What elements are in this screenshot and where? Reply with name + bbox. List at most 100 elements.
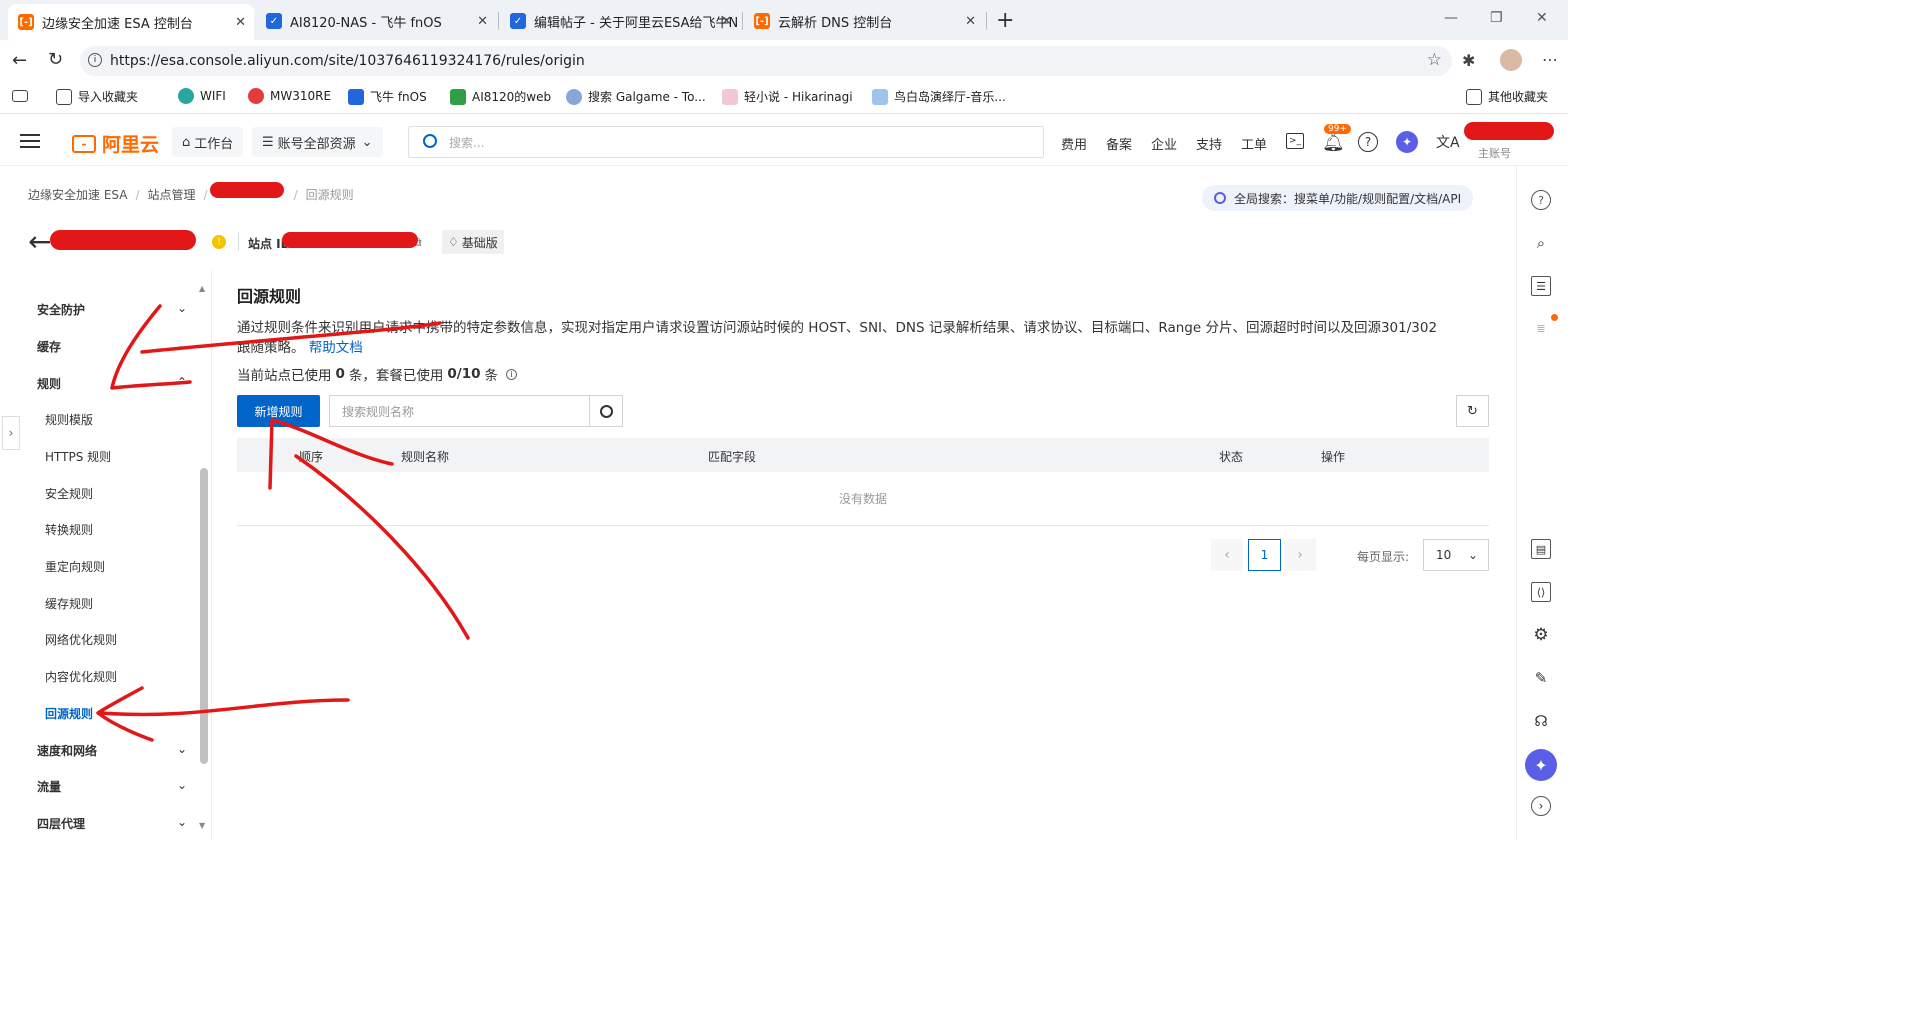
bell-icon[interactable]: 🔔︎ (1322, 132, 1345, 153)
aliyun-icon: [-] (18, 14, 34, 30)
edit-icon[interactable]: ✎ (1531, 668, 1551, 688)
sidebar-item-speed-network[interactable]: 速度和网络 ⌄ (37, 742, 187, 759)
bookmark-mw310re[interactable]: MW310RE (248, 88, 331, 104)
extensions-icon[interactable]: ✱ (1462, 51, 1475, 70)
close-icon[interactable]: ✕ (235, 15, 246, 30)
gear-icon[interactable]: ⚙ (1531, 625, 1551, 645)
folder-icon (1466, 88, 1482, 105)
sidebar-item-redirect-rules[interactable]: 重定向规则 (45, 558, 105, 575)
aliyun-logo[interactable]: - 阿里云 (72, 130, 159, 157)
tab-dns-console[interactable]: [-] 云解析 DNS 控制台 ✕ (744, 5, 984, 37)
account-label[interactable]: 主账号 (1478, 145, 1511, 161)
rule-search-input[interactable]: 搜索规则名称 (329, 395, 623, 427)
import-icon (56, 88, 72, 105)
global-search-button[interactable]: 全局搜索：搜菜单/功能/规则配置/文档/API (1202, 185, 1474, 211)
sidebar-item-origin-rules[interactable]: 回源规则 (45, 705, 93, 722)
headset-icon[interactable]: ☊ (1531, 711, 1551, 731)
nav-support[interactable]: 支持 (1196, 134, 1222, 153)
sidebar-item-cache[interactable]: 缓存 ⌄ (37, 338, 187, 355)
sidebar-item-https-rules[interactable]: HTTPS 规则 (45, 448, 111, 465)
notes-icon[interactable]: ≣ (1531, 318, 1551, 338)
nav-ticket[interactable]: 工单 (1241, 134, 1267, 153)
warning-icon[interactable]: ! (212, 235, 226, 249)
workbench-button[interactable]: ⌂ 工作台 (172, 127, 244, 157)
tab-actions-icon[interactable] (12, 90, 28, 102)
sidebar-item-traffic[interactable]: 流量 ⌄ (37, 778, 187, 795)
ai-assistant-icon[interactable]: ✦ (1396, 131, 1418, 153)
scroll-up-icon[interactable]: ▲ (199, 284, 205, 293)
redaction-mark (210, 182, 284, 198)
breadcrumb-site-management[interactable]: 站点管理 (148, 186, 196, 203)
terminal-icon[interactable]: >_ (1286, 133, 1304, 149)
refresh-button[interactable]: ↻ (1456, 395, 1489, 427)
nav-icp[interactable]: 备案 (1106, 134, 1132, 153)
reload-icon[interactable]: ↻ (48, 49, 63, 70)
more-icon[interactable]: ⋯ (1542, 50, 1558, 69)
next-page-button[interactable]: › (1284, 539, 1316, 571)
page-size-select[interactable]: 10 ⌄ (1423, 539, 1489, 571)
sidebar-item-l4-proxy[interactable]: 四层代理 ⌄ (37, 815, 187, 832)
minimize-icon[interactable]: — (1444, 10, 1458, 26)
sidebar-item-transform-rules[interactable]: 转换规则 (45, 521, 93, 538)
sidebar-item-cache-rules[interactable]: 缓存规则 (45, 595, 93, 612)
language-icon[interactable]: 文A (1436, 132, 1460, 152)
sidebar-item-content-rules[interactable]: 内容优化规则 (45, 668, 117, 685)
bookmark-hikarinagi[interactable]: 轻小说 - Hikarinagi (722, 88, 853, 105)
sidebar-item-network-rules[interactable]: 网络优化规则 (45, 631, 117, 648)
nav-billing[interactable]: 费用 (1061, 134, 1087, 153)
music-icon (872, 88, 888, 105)
scroll-down-icon[interactable]: ▼ (199, 821, 205, 830)
collapse-sidebar-button[interactable]: › (2, 416, 20, 450)
bookmark-wifi[interactable]: WIFI (178, 88, 226, 104)
favorite-star-icon[interactable]: ☆ (1427, 50, 1442, 70)
nav-enterprise[interactable]: 企业 (1151, 134, 1177, 153)
checklist-icon[interactable]: ☰ (1531, 276, 1551, 296)
new-tab-button[interactable]: + (996, 8, 1014, 33)
back-icon[interactable]: ← (12, 50, 27, 71)
sidebar-item-security-rules[interactable]: 安全规则 (45, 485, 93, 502)
tab-edit-post[interactable]: ✓ 编辑帖子 - 关于阿里云ESA给飞牛N ✕ (500, 5, 740, 37)
expand-icon[interactable]: › (1531, 796, 1551, 816)
tab-esa-console[interactable]: [-] 边缘安全加速 ESA 控制台 ✕ (8, 4, 254, 40)
document-icon[interactable]: ▤ (1531, 539, 1551, 559)
help-doc-link[interactable]: 帮助文档 (309, 340, 363, 356)
help-icon[interactable]: ? (1358, 132, 1378, 152)
tab-fnos[interactable]: ✓ AI8120-NAS - 飞牛 fnOS ✕ (256, 5, 496, 37)
close-icon[interactable]: ✕ (477, 14, 488, 29)
ai-assistant-icon[interactable]: ✦ (1525, 749, 1557, 781)
profile-avatar[interactable] (1500, 49, 1522, 71)
restore-icon[interactable]: ❐ (1490, 10, 1503, 26)
bookmark-other[interactable]: 其他收藏夹 (1466, 88, 1548, 105)
bookmark-import[interactable]: 导入收藏夹 (56, 88, 138, 105)
window-close-icon[interactable]: ✕ (1536, 10, 1548, 26)
url-input[interactable]: i https://esa.console.aliyun.com/site/10… (80, 46, 1452, 76)
bookmark-galgame[interactable]: 搜索 Galgame - To... (566, 88, 706, 105)
fnos-icon: ✓ (510, 13, 526, 29)
help-icon[interactable]: ? (1531, 190, 1551, 210)
breadcrumb-esa[interactable]: 边缘安全加速 ESA (28, 186, 127, 203)
rule-search-button[interactable] (589, 395, 623, 427)
menu-icon[interactable] (20, 134, 40, 148)
chevron-up-icon: ⌃ (176, 375, 187, 389)
code-icon[interactable]: ⟨⟩ (1531, 582, 1551, 602)
add-rule-button[interactable]: 新增规则 (237, 395, 320, 427)
column-actions: 操作 (1321, 450, 1346, 464)
sidebar-item-rules[interactable]: 规则 ⌃ (37, 375, 187, 392)
sidebar-item-rule-templates[interactable]: 规则模版 (45, 411, 93, 428)
resources-dropdown[interactable]: ☰ 账号全部资源 ⌄ (252, 127, 383, 157)
bookmark-fnos[interactable]: 飞牛 fnOS (348, 88, 427, 105)
search-icon[interactable]: ⌕ (1531, 233, 1551, 253)
info-icon[interactable]: i (506, 368, 518, 380)
header-search-input[interactable]: 搜索... (408, 126, 1044, 158)
close-icon[interactable]: ✕ (965, 14, 976, 29)
aliyun-icon: [-] (754, 13, 770, 29)
back-arrow-icon[interactable]: ← (28, 228, 51, 256)
sidebar-item-security[interactable]: 安全防护 ⌄ (37, 301, 187, 318)
page-number-current[interactable]: 1 (1248, 539, 1281, 571)
bookmark-music[interactable]: 鸟白岛演绎厅-音乐... (872, 88, 1006, 105)
prev-page-button[interactable]: ‹ (1211, 539, 1243, 571)
site-info-icon[interactable]: i (88, 53, 102, 67)
bookmark-ai8120-web[interactable]: AI8120的web (450, 88, 551, 105)
sidebar-scrollbar[interactable] (200, 468, 208, 764)
close-icon[interactable]: ✕ (721, 14, 732, 29)
